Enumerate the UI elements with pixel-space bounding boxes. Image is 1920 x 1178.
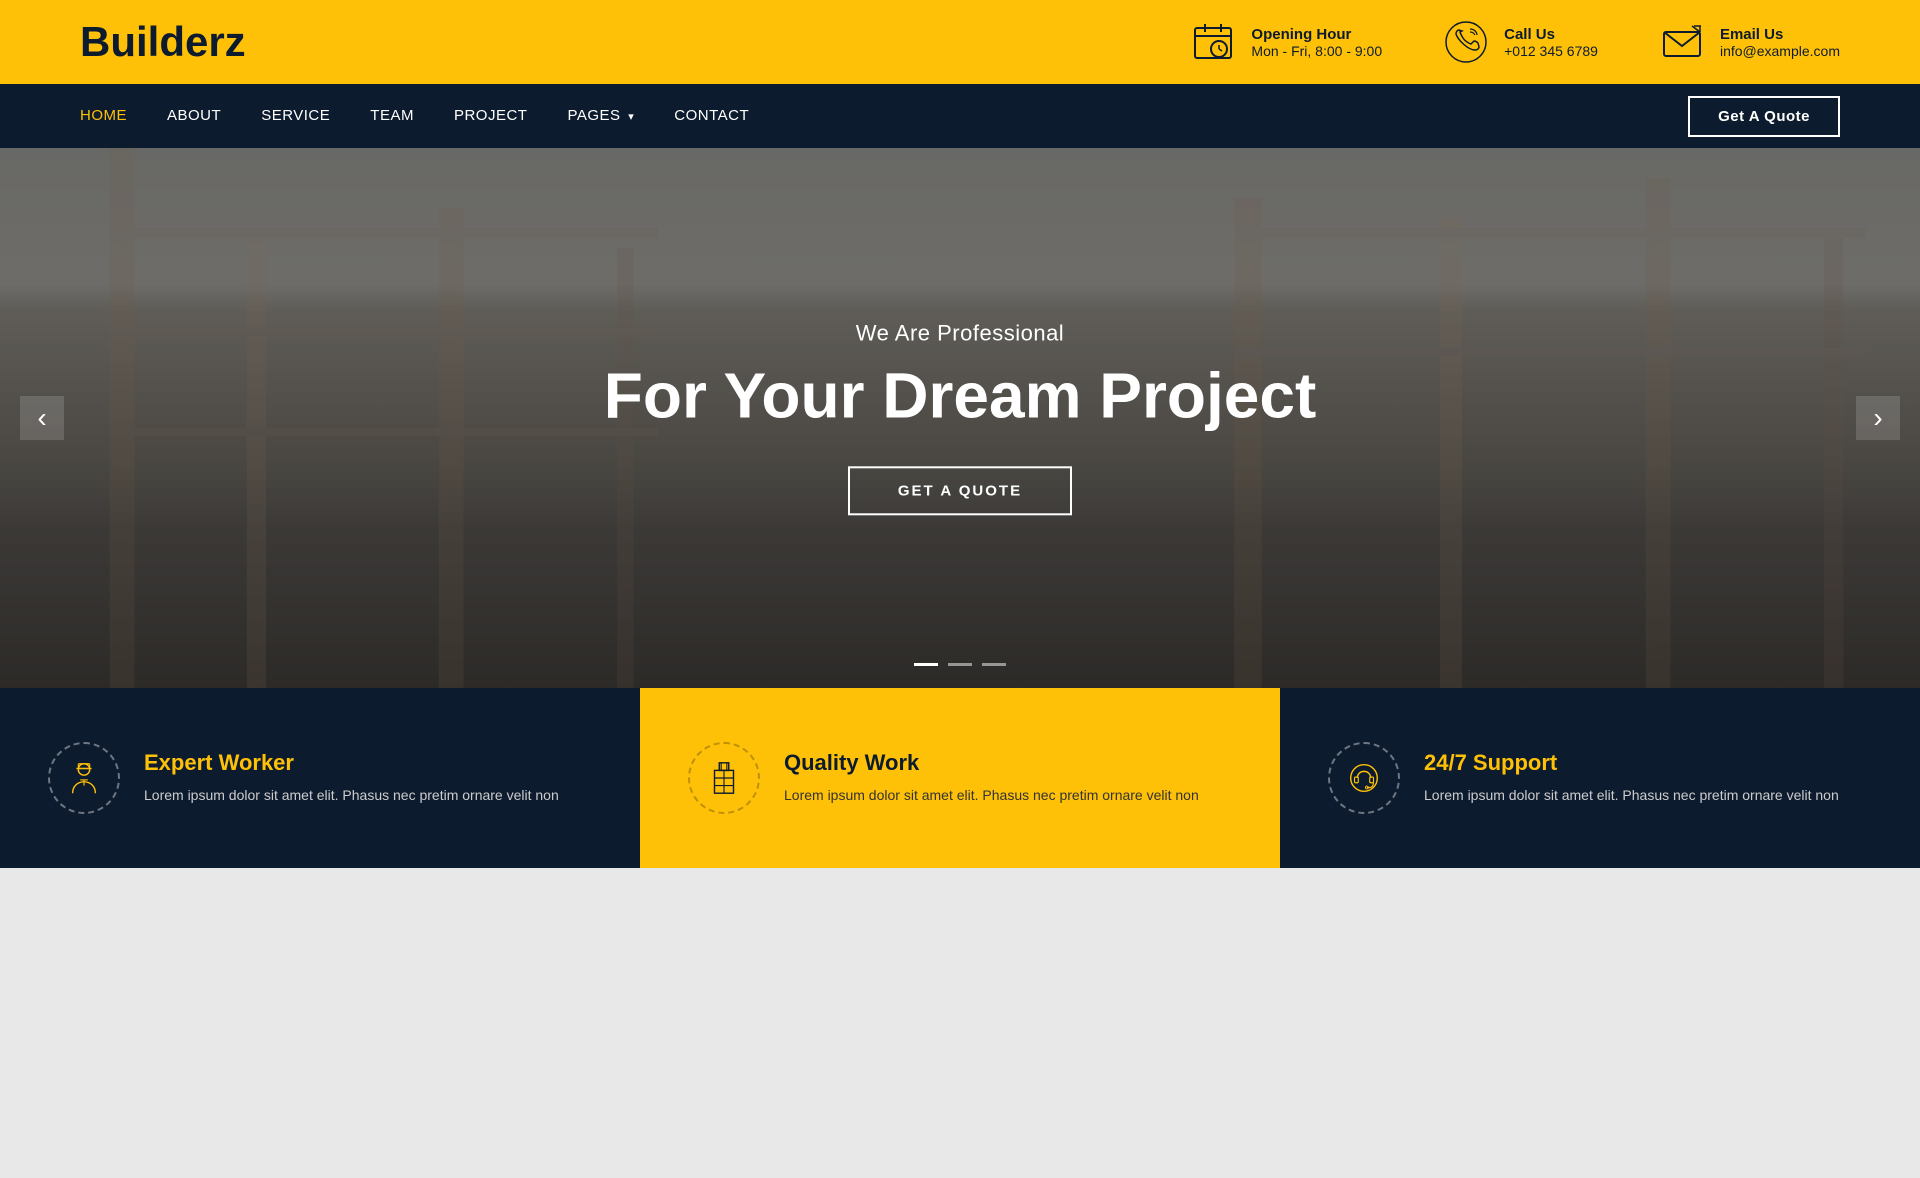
nav-link-home[interactable]: HOME	[80, 107, 127, 124]
hero-cta-button[interactable]: GET A QUOTE	[848, 467, 1072, 516]
feature-card-quality-work: Quality Work Lorem ipsum dolor sit amet …	[640, 688, 1280, 868]
nav-link-pages[interactable]: PAGES ▾	[567, 107, 634, 124]
nav-link-project[interactable]: PROJECT	[454, 107, 528, 124]
nav-link-team[interactable]: TEAM	[370, 107, 414, 124]
calendar-clock-icon	[1189, 18, 1237, 66]
hero-dot-2[interactable]	[948, 663, 972, 666]
call-us-text: Call Us +012 345 6789	[1504, 26, 1598, 59]
feature-text-support: 24/7 Support Lorem ipsum dolor sit amet …	[1424, 750, 1839, 806]
feature-text-quality-work: Quality Work Lorem ipsum dolor sit amet …	[784, 750, 1199, 806]
nav-item-home[interactable]: HOME	[80, 107, 127, 125]
nav-link-about[interactable]: ABOUT	[167, 107, 221, 124]
feature-card-expert-worker: Expert Worker Lorem ipsum dolor sit amet…	[0, 688, 640, 868]
hero-dots	[914, 663, 1006, 666]
feature-card-support: 24/7 Support Lorem ipsum dolor sit amet …	[1280, 688, 1920, 868]
feature-title-quality-work: Quality Work	[784, 750, 1199, 776]
brand-logo: Builderz	[80, 18, 246, 66]
top-bar: Builderz Opening Hour Mon - Fri, 8:00 - …	[0, 0, 1920, 84]
nav-item-pages[interactable]: PAGES ▾	[567, 107, 634, 125]
feature-title-expert-worker: Expert Worker	[144, 750, 559, 776]
feature-text-expert-worker: Expert Worker Lorem ipsum dolor sit amet…	[144, 750, 559, 806]
email-us-item: Email Us info@example.com	[1658, 18, 1840, 66]
chevron-down-icon: ▾	[628, 111, 634, 123]
opening-hour-item: Opening Hour Mon - Fri, 8:00 - 9:00	[1189, 18, 1382, 66]
hero-section: ‹ › We Are Professional For Your Dream P…	[0, 148, 1920, 688]
nav-links: HOME ABOUT SERVICE TEAM PROJECT PAGES ▾ …	[80, 107, 1688, 125]
call-us-item: Call Us +012 345 6789	[1442, 18, 1598, 66]
nav-link-contact[interactable]: CONTACT	[674, 107, 749, 124]
navbar: HOME ABOUT SERVICE TEAM PROJECT PAGES ▾ …	[0, 84, 1920, 148]
opening-hour-value: Mon - Fri, 8:00 - 9:00	[1251, 43, 1382, 59]
phone-icon	[1442, 18, 1490, 66]
feature-desc-expert-worker: Lorem ipsum dolor sit amet elit. Phasus …	[144, 784, 559, 806]
hero-dot-3[interactable]	[982, 663, 1006, 666]
nav-item-contact[interactable]: CONTACT	[674, 107, 749, 125]
email-us-value: info@example.com	[1720, 43, 1840, 59]
feature-desc-support: Lorem ipsum dolor sit amet elit. Phasus …	[1424, 784, 1839, 806]
worker-icon-wrap	[48, 742, 120, 814]
support-icon	[1345, 759, 1383, 797]
get-quote-nav-button[interactable]: Get A Quote	[1688, 96, 1840, 137]
opening-hour-text: Opening Hour Mon - Fri, 8:00 - 9:00	[1251, 26, 1382, 59]
hero-subtitle: We Are Professional	[560, 320, 1360, 346]
call-us-value: +012 345 6789	[1504, 43, 1598, 59]
hero-dot-1[interactable]	[914, 663, 938, 666]
feature-desc-quality-work: Lorem ipsum dolor sit amet elit. Phasus …	[784, 784, 1199, 806]
nav-item-project[interactable]: PROJECT	[454, 107, 528, 125]
nav-link-service[interactable]: SERVICE	[261, 107, 330, 124]
top-info-group: Opening Hour Mon - Fri, 8:00 - 9:00 Call…	[1189, 18, 1840, 66]
feature-title-support: 24/7 Support	[1424, 750, 1839, 776]
email-icon	[1658, 18, 1706, 66]
email-us-text: Email Us info@example.com	[1720, 26, 1840, 59]
support-icon-wrap	[1328, 742, 1400, 814]
building-icon-wrap	[688, 742, 760, 814]
nav-item-about[interactable]: ABOUT	[167, 107, 221, 125]
hero-content: We Are Professional For Your Dream Proje…	[560, 320, 1360, 515]
features-section: Expert Worker Lorem ipsum dolor sit amet…	[0, 688, 1920, 868]
building-icon	[705, 759, 743, 797]
email-us-label: Email Us	[1720, 26, 1840, 43]
hero-title: For Your Dream Project	[560, 360, 1360, 430]
worker-icon	[65, 759, 103, 797]
opening-hour-label: Opening Hour	[1251, 26, 1382, 43]
nav-item-team[interactable]: TEAM	[370, 107, 414, 125]
nav-item-service[interactable]: SERVICE	[261, 107, 330, 125]
hero-prev-arrow[interactable]: ‹	[20, 396, 64, 440]
call-us-label: Call Us	[1504, 26, 1598, 43]
hero-next-arrow[interactable]: ›	[1856, 396, 1900, 440]
